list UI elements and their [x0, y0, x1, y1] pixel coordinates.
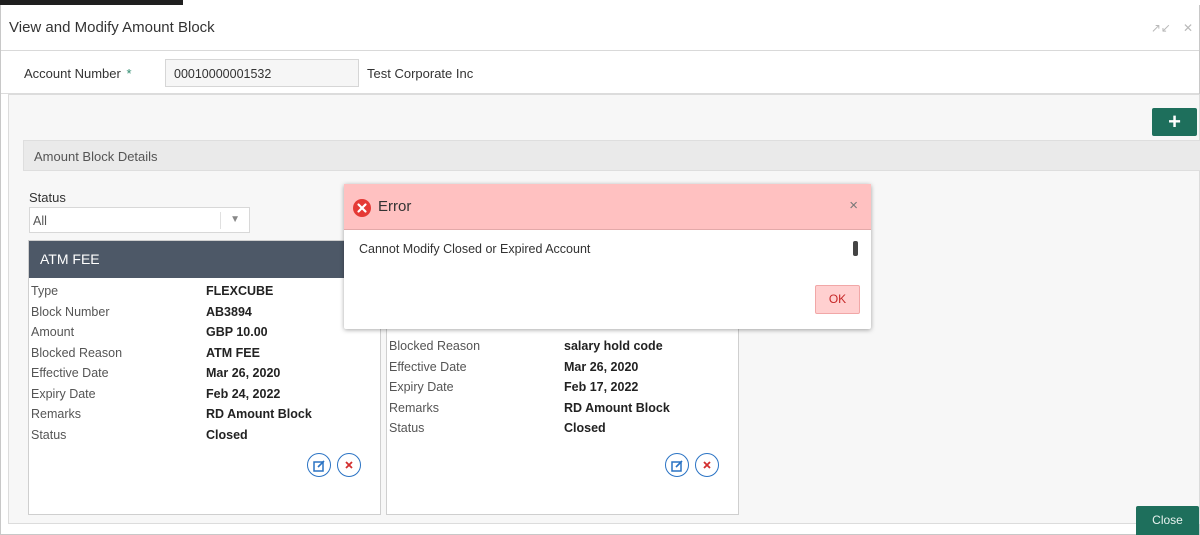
error-message: Cannot Modify Closed or Expired Account [359, 242, 591, 256]
account-row: Account Number * 00010000001532 Test Cor… [1, 52, 1199, 94]
detail-value: FLEXCUBE [206, 284, 274, 298]
detail-row: Amount GBP 10.00 [29, 323, 380, 344]
detail-row: Blocked Reason salary hold code [387, 337, 738, 358]
delete-icon[interactable] [695, 453, 719, 477]
status-filter-label: Status [29, 190, 66, 205]
error-dialog-title: Error [378, 198, 412, 215]
account-number-label: Account Number * [24, 66, 132, 81]
detail-value: RD Amount Block [564, 400, 670, 415]
error-dialog-header: Error × [344, 184, 871, 230]
detail-row: Block Number AB3894 [29, 303, 380, 324]
detail-label: Status [31, 427, 67, 442]
detail-row: Type FLEXCUBE [29, 282, 380, 303]
card-actions [307, 453, 361, 477]
detail-row: Expiry Date Feb 17, 2022 [387, 378, 738, 399]
account-name: Test Corporate Inc [367, 66, 474, 81]
detail-label: Block Number [31, 304, 110, 319]
detail-value: GBP 10.00 [206, 325, 268, 339]
detail-value: salary hold code [564, 339, 663, 353]
edit-icon[interactable] [665, 453, 689, 477]
dialog-close-icon[interactable]: × [849, 197, 858, 214]
detail-row: Status Closed [29, 426, 380, 447]
detail-label: Remarks [31, 407, 82, 421]
detail-row: Effective Date Mar 26, 2020 [29, 364, 380, 385]
amount-block-details-header: Amount Block Details [23, 140, 1200, 171]
close-button[interactable]: Close [1136, 506, 1199, 535]
error-dialog: Error × Cannot Modify Closed or Expired … [344, 184, 871, 329]
error-icon [353, 199, 371, 217]
detail-value: ATM FEE [206, 345, 260, 360]
ok-button[interactable]: OK [815, 285, 860, 314]
detail-row: Blocked Reason ATM FEE [29, 344, 380, 365]
close-icon[interactable]: ✕ [1183, 21, 1193, 35]
detail-row: Expiry Date Feb 24, 2022 [29, 385, 380, 406]
detail-label: Blocked Reason [389, 339, 481, 353]
card-actions [665, 453, 719, 477]
window-controls: ↗↙ ✕ [1151, 21, 1193, 35]
detail-row: Remarks RD Amount Block [387, 399, 738, 420]
detail-value: Mar 26, 2020 [206, 366, 281, 380]
detail-value: AB3894 [206, 304, 252, 319]
status-filter-select[interactable]: All ▼ [29, 207, 250, 233]
detail-label: Type [31, 284, 59, 298]
card-details: Type FLEXCUBE Block Number AB3894 Amount GB… [29, 282, 380, 446]
account-number-field[interactable]: 00010000001532 [165, 59, 359, 87]
chevron-down-icon: ▼ [230, 214, 240, 225]
detail-value: Mar 26, 2020 [564, 359, 639, 374]
edit-icon[interactable] [307, 453, 331, 477]
detail-label: Effective Date [389, 359, 467, 374]
required-marker: * [126, 66, 132, 81]
detail-row: Remarks RD Amount Block [29, 405, 380, 426]
detail-label: Expiry Date [389, 380, 454, 394]
select-divider [220, 212, 221, 229]
section-title: Amount Block Details [34, 149, 158, 164]
detail-label: Remarks [389, 400, 440, 415]
card-header: ATM FEE [29, 241, 380, 278]
delete-icon[interactable] [337, 453, 361, 477]
detail-value: Closed [206, 427, 248, 442]
add-button[interactable]: + [1152, 108, 1197, 136]
amount-block-card: ATM FEE Type FLEXCUBE Block Number AB3894 … [28, 240, 381, 515]
account-number-label-text: Account Number [24, 66, 121, 81]
minimize-icon[interactable]: ↗↙ [1151, 21, 1171, 35]
detail-label: Status [389, 421, 425, 435]
detail-label: Amount [31, 325, 75, 339]
card-details: Blocked Reason salary hold code Effective… [387, 337, 738, 440]
window-title: View and Modify Amount Block [9, 19, 215, 36]
detail-row: Status Closed [387, 419, 738, 440]
detail-value: Feb 17, 2022 [564, 380, 639, 394]
detail-label: Effective Date [31, 366, 109, 380]
dialog-scrollbar[interactable] [853, 241, 858, 256]
status-filter-value: All [33, 214, 47, 228]
detail-value: Closed [564, 421, 606, 435]
detail-row: Effective Date Mar 26, 2020 [387, 358, 738, 379]
detail-value: RD Amount Block [206, 407, 312, 421]
window-title-bar: View and Modify Amount Block ↗↙ ✕ [1, 5, 1199, 51]
detail-value: Feb 24, 2022 [206, 386, 281, 401]
detail-label: Expiry Date [31, 386, 96, 401]
detail-label: Blocked Reason [31, 345, 123, 360]
